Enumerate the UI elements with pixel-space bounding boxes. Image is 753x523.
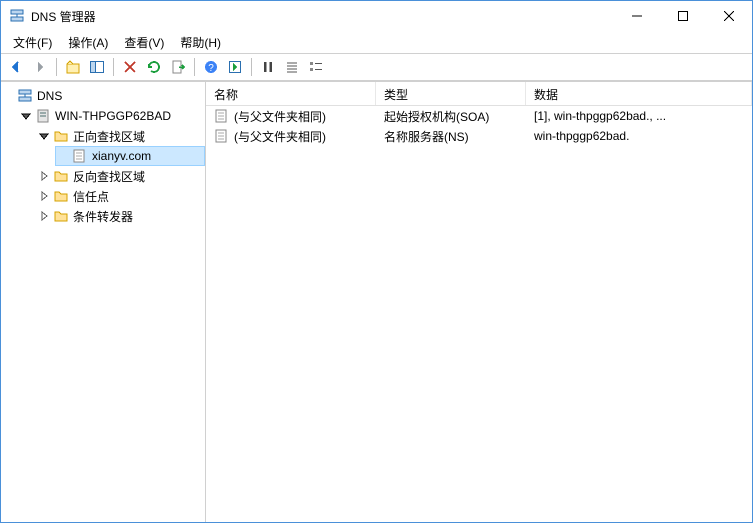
server-icon (35, 108, 51, 124)
expander-icon[interactable] (19, 109, 33, 123)
close-button[interactable] (706, 1, 752, 31)
back-button[interactable] (5, 56, 27, 78)
toolbar-separator (194, 58, 195, 76)
expander-icon[interactable] (37, 129, 51, 143)
tree-node-conditional-forwarders[interactable]: 条件转发器 (37, 206, 205, 226)
properties-button[interactable] (224, 56, 246, 78)
window-title: DNS 管理器 (31, 8, 96, 25)
maximize-button[interactable] (660, 1, 706, 31)
folder-icon (53, 188, 69, 204)
toolbar-separator (56, 58, 57, 76)
record-icon (214, 108, 230, 124)
minimize-button[interactable] (614, 1, 660, 31)
menu-file[interactable]: 文件(F) (5, 32, 60, 53)
list-body: (与父文件夹相同) 起始授权机构(SOA) [1], win-thpggp62b… (206, 106, 752, 146)
refresh-button[interactable] (143, 56, 165, 78)
tree-pane[interactable]: DNS WIN-THPGGP62BAD (1, 82, 206, 522)
list-row[interactable]: (与父文件夹相同) 名称服务器(NS) win-thpggp62bad. (206, 126, 752, 146)
expander-icon[interactable] (37, 169, 51, 183)
tree-label: 反向查找区域 (73, 168, 145, 185)
show-hide-tree-button[interactable] (86, 56, 108, 78)
record-icon (214, 128, 230, 144)
list-row[interactable]: (与父文件夹相同) 起始授权机构(SOA) [1], win-thpggp62b… (206, 106, 752, 126)
tree-node-forward-zones[interactable]: 正向查找区域 (37, 126, 205, 146)
content-area: DNS WIN-THPGGP62BAD (1, 81, 752, 522)
help-button[interactable]: ? (200, 56, 222, 78)
column-header-type[interactable]: 类型 (376, 82, 526, 105)
up-button[interactable] (62, 56, 84, 78)
stop-button[interactable] (257, 56, 279, 78)
expander-icon[interactable] (37, 189, 51, 203)
menu-view[interactable]: 查看(V) (116, 32, 172, 53)
list-view-button[interactable] (281, 56, 303, 78)
menu-bar: 文件(F) 操作(A) 查看(V) 帮助(H) (1, 31, 752, 53)
menu-action[interactable]: 操作(A) (60, 32, 116, 53)
cell-data: win-thpggp62bad. (526, 129, 752, 143)
export-button[interactable] (167, 56, 189, 78)
tree-label: 条件转发器 (73, 208, 133, 225)
expander-icon[interactable] (37, 209, 51, 223)
list-header: 名称 类型 数据 (206, 82, 752, 106)
app-icon (9, 8, 25, 24)
folder-icon (53, 208, 69, 224)
tree-label: 正向查找区域 (73, 128, 145, 145)
cell-name: (与父文件夹相同) (234, 128, 326, 145)
title-bar: DNS 管理器 (1, 1, 752, 31)
toolbar-separator (113, 58, 114, 76)
zone-icon (72, 148, 88, 164)
column-header-name[interactable]: 名称 (206, 82, 376, 105)
column-header-data[interactable]: 数据 (526, 82, 752, 105)
dns-icon (17, 88, 33, 104)
toolbar: ? (1, 53, 752, 81)
toolbar-separator (251, 58, 252, 76)
tree-label: 信任点 (73, 188, 109, 205)
cell-name: (与父文件夹相同) (234, 108, 326, 125)
tree-node-dns-root[interactable]: DNS (1, 86, 205, 106)
tree-node-zone-xianyv[interactable]: xianyv.com (55, 146, 205, 166)
list-pane: 名称 类型 数据 (与父文件夹相同) 起始授权机构(SOA) [1], win-… (206, 82, 752, 522)
tree-label: WIN-THPGGP62BAD (55, 109, 171, 123)
menu-help[interactable]: 帮助(H) (172, 32, 229, 53)
window-controls (614, 1, 752, 31)
delete-button[interactable] (119, 56, 141, 78)
svg-text:?: ? (208, 63, 214, 74)
tree-node-trust-points[interactable]: 信任点 (37, 186, 205, 206)
tree-node-reverse-zones[interactable]: 反向查找区域 (37, 166, 205, 186)
folder-icon (53, 128, 69, 144)
detail-view-button[interactable] (305, 56, 327, 78)
cell-type: 名称服务器(NS) (376, 128, 526, 145)
cell-type: 起始授权机构(SOA) (376, 108, 526, 125)
tree-node-server[interactable]: WIN-THPGGP62BAD (19, 106, 205, 126)
tree-label: xianyv.com (92, 149, 151, 163)
tree-label: DNS (37, 89, 62, 103)
cell-data: [1], win-thpggp62bad., ... (526, 109, 752, 123)
forward-button[interactable] (29, 56, 51, 78)
folder-icon (53, 168, 69, 184)
